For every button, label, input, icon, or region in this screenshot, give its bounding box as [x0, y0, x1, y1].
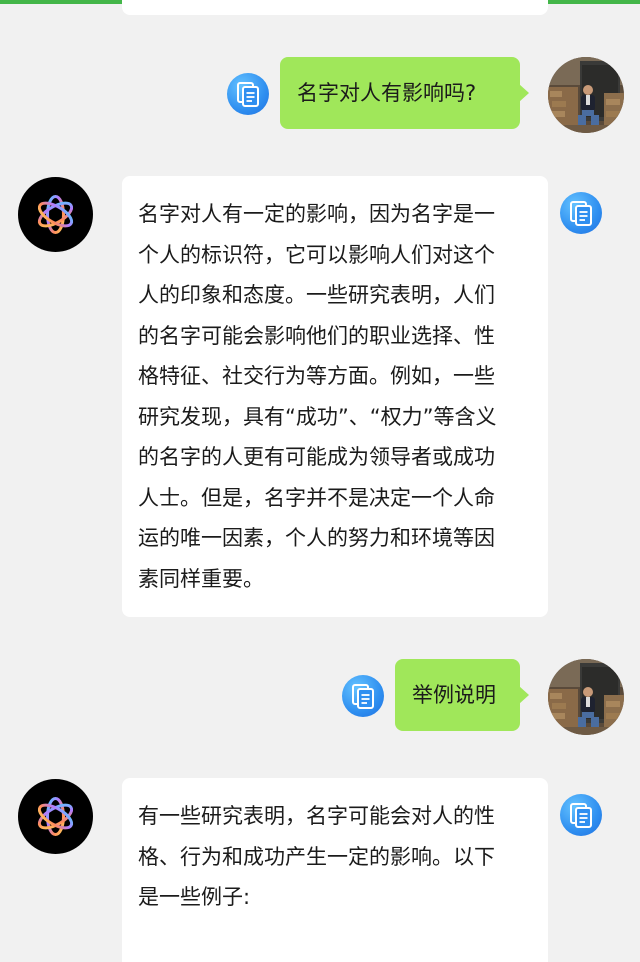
previous-message-bubble	[122, 0, 548, 15]
copy-icon	[570, 803, 592, 828]
user-avatar[interactable]	[548, 659, 624, 735]
message-text: 名字对人有一定的影响，因为名字是一 个人的标识符，它可以影响人们对这个 人的印象…	[138, 202, 497, 591]
assistant-avatar[interactable]	[18, 779, 93, 854]
copy-icon	[352, 684, 374, 709]
openai-logo-icon	[37, 195, 74, 234]
copy-icon	[570, 201, 592, 226]
assistant-message-bubble[interactable]: 有一些研究表明，名字可能会对人的性 格、行为和成功产生一定的影响。以下 是一些例…	[122, 778, 548, 962]
assistant-message-bubble[interactable]: 名字对人有一定的影响，因为名字是一 个人的标识符，它可以影响人们对这个 人的印象…	[122, 176, 548, 617]
message-text: 名字对人有影响吗?	[297, 81, 477, 105]
copy-button[interactable]	[560, 794, 602, 836]
user-photo-avatar	[548, 659, 624, 735]
user-message-bubble[interactable]: 举例说明	[395, 659, 529, 731]
copy-icon	[237, 82, 259, 107]
message-text: 举例说明	[412, 683, 496, 707]
user-message-bubble[interactable]: 名字对人有影响吗?	[280, 57, 529, 129]
openai-logo-icon	[37, 797, 74, 836]
copy-button[interactable]	[342, 675, 384, 717]
message-text: 有一些研究表明，名字可能会对人的性 格、行为和成功产生一定的影响。以下 是一些例…	[138, 804, 495, 909]
user-avatar[interactable]	[548, 57, 624, 133]
user-photo-avatar	[548, 57, 624, 133]
assistant-avatar[interactable]	[18, 177, 93, 252]
copy-button[interactable]	[227, 73, 269, 115]
copy-button[interactable]	[560, 192, 602, 234]
